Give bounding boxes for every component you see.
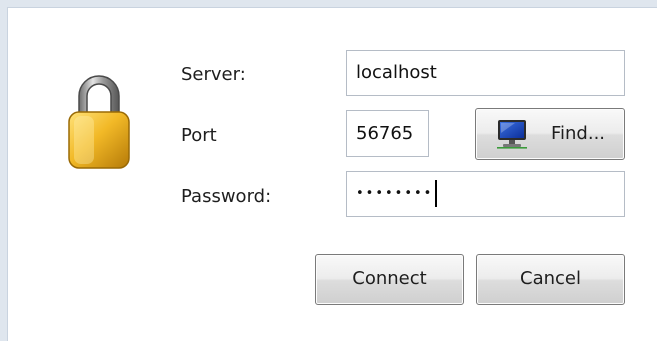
find-button-label: Find... — [550, 123, 606, 144]
server-input[interactable]: localhost — [346, 50, 625, 96]
connect-button[interactable]: Connect — [315, 254, 464, 305]
find-button[interactable]: Find... — [475, 108, 625, 160]
connect-dialog: Server: localhost Port 56765 Find... Pas… — [7, 7, 657, 341]
computer-monitor-icon — [496, 120, 527, 149]
text-caret — [435, 180, 438, 207]
password-value: •••••••• — [356, 186, 434, 201]
cancel-button[interactable]: Cancel — [476, 254, 625, 305]
padlock-icon — [68, 75, 130, 169]
server-value: localhost — [356, 62, 437, 83]
connect-button-label: Connect — [352, 268, 427, 289]
port-label: Port — [181, 125, 217, 146]
port-value: 56765 — [356, 123, 414, 144]
password-label: Password: — [181, 186, 272, 207]
password-input[interactable]: •••••••• — [346, 171, 625, 217]
port-input[interactable]: 56765 — [346, 110, 429, 157]
cancel-button-label: Cancel — [520, 268, 581, 289]
server-label: Server: — [181, 64, 246, 85]
